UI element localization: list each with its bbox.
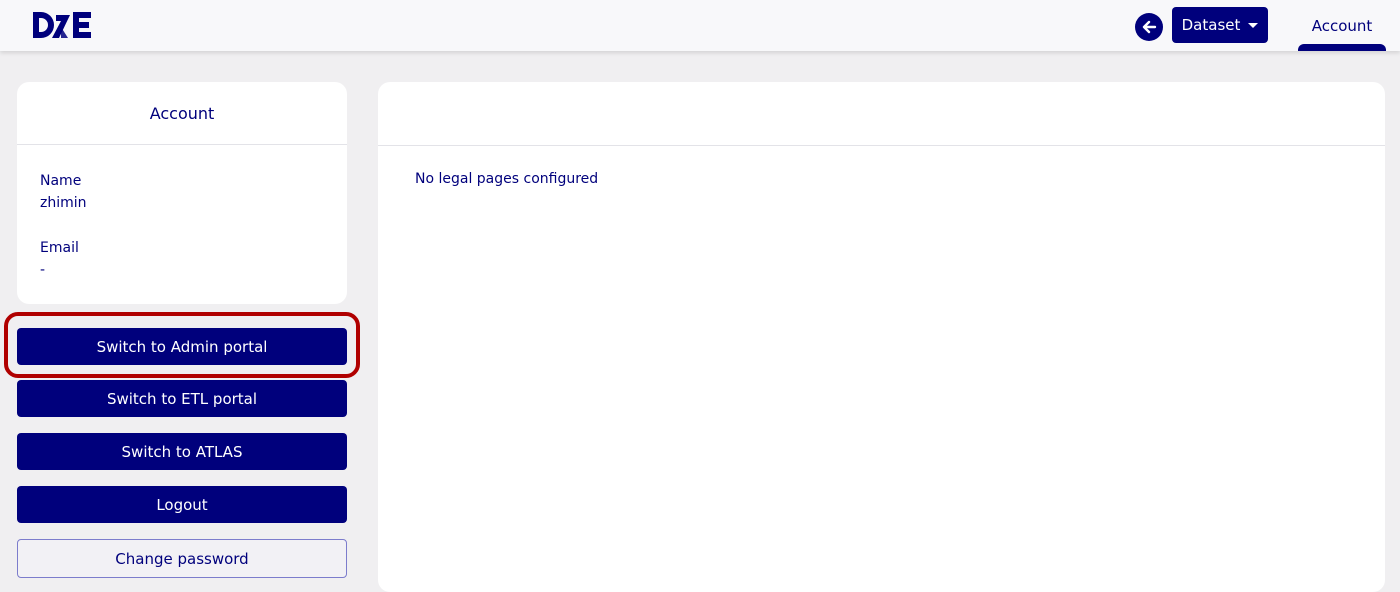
dataset-dropdown-button[interactable]: Dataset	[1172, 7, 1268, 43]
switch-to-etl-portal-button[interactable]: Switch to ETL portal	[17, 380, 347, 417]
caret-down-icon	[1248, 22, 1259, 28]
switch-to-atlas-button[interactable]: Switch to ATLAS	[17, 433, 347, 470]
change-password-button[interactable]: Change password	[17, 539, 347, 578]
email-label: Email	[40, 240, 79, 256]
account-card: Account Name zhimin Email -	[17, 82, 347, 304]
top-navbar: Dataset Account	[0, 0, 1400, 51]
panel-header	[378, 82, 1385, 146]
account-card-title: Account	[17, 82, 347, 145]
name-value: zhimin	[40, 195, 87, 211]
arrow-left-icon	[1142, 20, 1157, 34]
email-value: -	[40, 262, 46, 278]
d2e-logo[interactable]	[32, 11, 92, 39]
dataset-label: Dataset	[1181, 16, 1241, 34]
no-legal-pages-message: No legal pages configured	[415, 171, 599, 187]
active-tab-indicator	[1298, 44, 1386, 51]
name-label: Name	[40, 173, 82, 189]
highlight-annotation	[4, 312, 360, 378]
back-button[interactable]	[1135, 13, 1163, 41]
tab-account[interactable]: Account	[1298, 0, 1386, 51]
logout-button[interactable]: Logout	[17, 486, 347, 523]
legal-pages-panel: No legal pages configured	[378, 82, 1385, 592]
account-tab-label: Account	[1311, 16, 1373, 35]
